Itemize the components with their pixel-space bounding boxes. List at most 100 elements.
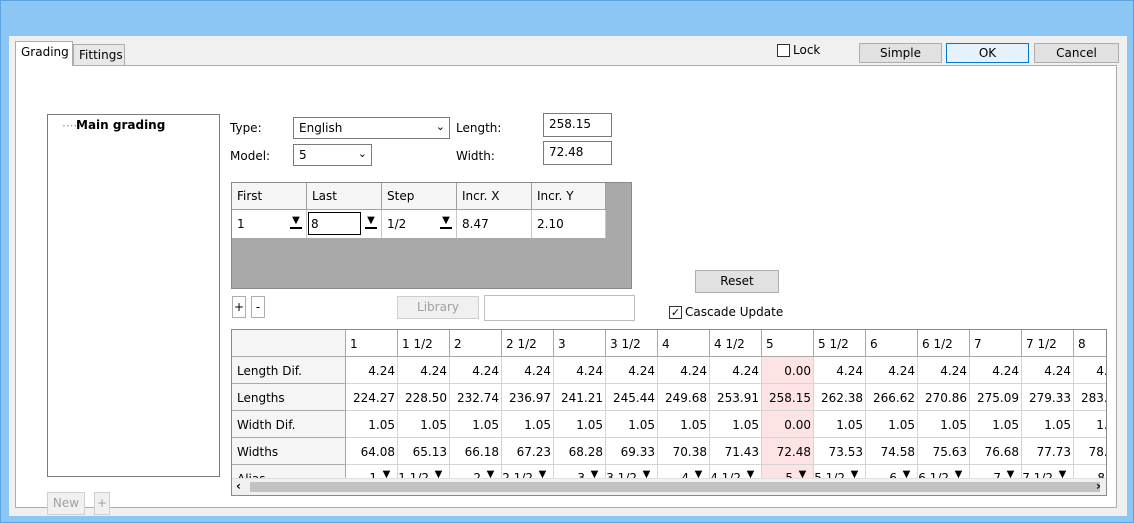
lock-checkbox[interactable] [777,44,790,57]
column-header: 5 [762,330,814,357]
simple-button[interactable]: Simple [859,43,942,63]
grading-table: 11 1/2 2 2 1/2 3 3 1/2 4 4 1/2 5 5 1/2 6 6 1/2 7 7 1… [231,329,1107,496]
add-tree-button[interactable]: + [94,492,110,515]
table-cell[interactable]: 65.13 [398,438,450,465]
grading-tree[interactable]: ····· Main grading [47,114,220,477]
table-cell[interactable]: 76.68 [970,438,1022,465]
table-cell[interactable]: 228.50 [398,384,450,411]
table-cell[interactable]: 0.00 [762,357,814,384]
range-last-value[interactable]: 8 [308,212,361,235]
table-cell[interactable]: 1.05 [346,411,398,438]
table-cell[interactable]: 224.27 [346,384,398,411]
table-cell[interactable]: 67.23 [502,438,554,465]
table-cell[interactable]: 0.00 [762,411,814,438]
horizontal-scrollbar[interactable]: ‹ › [232,478,1106,495]
type-select[interactable]: English ⌄ [293,117,450,139]
model-select[interactable]: 5 ⌄ [293,144,372,166]
range-first-cell[interactable]: 1 ▼ [232,210,307,238]
reset-button[interactable]: Reset [695,270,779,293]
table-cell[interactable]: 258.15 [762,384,814,411]
chevron-down-icon[interactable]: ▼ [365,215,377,229]
table-cell[interactable]: 1.05 [658,411,710,438]
table-cell[interactable]: 4.24 [606,357,658,384]
table-cell[interactable]: 4.24 [918,357,970,384]
tree-item-main-grading[interactable]: Main grading [76,118,165,132]
table-cell[interactable]: 4.24 [554,357,606,384]
table-cell[interactable]: 4.24 [814,357,866,384]
table-cell[interactable]: 64.08 [346,438,398,465]
add-row-button[interactable]: + [232,296,246,318]
table-cell[interactable]: 275.09 [970,384,1022,411]
tab-fittings[interactable]: Fittings [73,44,125,66]
table-cell[interactable]: 1.05 [918,411,970,438]
table-cell[interactable]: 270.86 [918,384,970,411]
new-button[interactable]: New [47,492,85,515]
table-cell[interactable]: 4.24 [658,357,710,384]
table-cell[interactable]: 4.24 [1022,357,1074,384]
remove-row-button[interactable]: - [251,296,265,318]
table-cell[interactable]: 249.68 [658,384,710,411]
table-cell[interactable]: 4.24 [398,357,450,384]
table-cell[interactable]: 1.05 [554,411,606,438]
table-cell[interactable]: 266.62 [866,384,918,411]
table-cell[interactable]: 232.74 [450,384,502,411]
table-cell[interactable]: 4.24 [346,357,398,384]
table-cell[interactable]: 4.24 [970,357,1022,384]
table-cell[interactable]: 253.91 [710,384,762,411]
scrollbar-thumb[interactable] [250,482,1100,492]
table-cell[interactable]: 69.33 [606,438,658,465]
table-cell[interactable]: 66.18 [450,438,502,465]
table-cell[interactable]: 1.05 [1022,411,1074,438]
table-cell[interactable]: 1.05 [814,411,866,438]
ok-button[interactable]: OK [946,43,1029,63]
table-cell[interactable]: 68.28 [554,438,606,465]
arrow-left-icon[interactable]: ‹ [236,479,241,493]
table-cell[interactable]: 1.05 [606,411,658,438]
table-cell[interactable]: 4.24 [1074,357,1106,384]
range-incr-x-cell[interactable]: 8.47 [457,210,532,238]
table-cell[interactable]: 1.05 [450,411,502,438]
table-cell[interactable]: 283.56 [1074,384,1106,411]
table-cell[interactable]: 1.05 [866,411,918,438]
table-cell[interactable]: 75.63 [918,438,970,465]
table-cell[interactable]: 4.24 [866,357,918,384]
chevron-down-icon[interactable]: ▼ [440,215,452,229]
table-cell[interactable]: 71.43 [710,438,762,465]
range-step-cell[interactable]: 1/2 ▼ [382,210,457,238]
table-cell[interactable]: 72.48 [762,438,814,465]
table-cell[interactable]: 74.58 [866,438,918,465]
dialog-window: Grading Fittings Lock Simple OK Cancel ·… [0,0,1134,523]
table-cell[interactable]: 1.05 [710,411,762,438]
table-cell[interactable]: 245.44 [606,384,658,411]
table-cell[interactable]: 1.05 [970,411,1022,438]
cancel-button[interactable]: Cancel [1034,43,1119,63]
model-label: Model: [230,149,271,163]
table-cell[interactable]: 77.73 [1022,438,1074,465]
table-cell[interactable]: 241.21 [554,384,606,411]
library-field[interactable] [484,295,635,321]
table-cell[interactable]: 236.97 [502,384,554,411]
chevron-down-icon[interactable]: ▼ [290,215,302,229]
table-cell[interactable]: 4.24 [502,357,554,384]
chevron-down-icon: ⌄ [435,120,445,133]
table-cell[interactable]: 1.05 [1074,411,1106,438]
check-icon[interactable]: ✓ [669,306,682,319]
table-cell[interactable]: 1.05 [398,411,450,438]
arrow-right-icon[interactable]: › [1096,479,1101,493]
range-incr-y-cell[interactable]: 2.10 [532,210,606,238]
length-field[interactable]: 258.15 [543,113,612,137]
range-header-first: First [232,183,307,210]
table-cell[interactable]: 1.05 [502,411,554,438]
table-cell[interactable]: 73.53 [814,438,866,465]
width-field[interactable]: 72.48 [543,141,612,165]
table-cell[interactable]: 70.38 [658,438,710,465]
table-cell[interactable]: 279.33 [1022,384,1074,411]
table-cell[interactable]: 262.38 [814,384,866,411]
table-cell[interactable]: 4.24 [450,357,502,384]
tab-grading[interactable]: Grading [15,41,73,66]
range-step-value: 1/2 [387,217,407,231]
range-last-cell[interactable]: 8 ▼ [307,210,382,238]
library-button[interactable]: Library [397,296,479,319]
table-cell[interactable]: 78.78 [1074,438,1106,465]
table-cell[interactable]: 4.24 [710,357,762,384]
